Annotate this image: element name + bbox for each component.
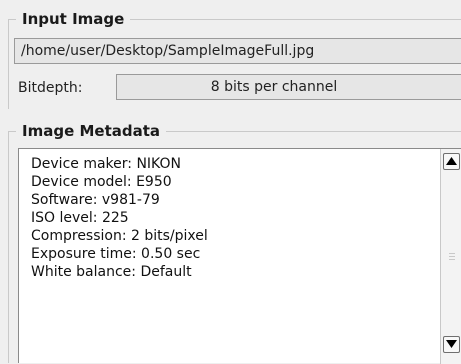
bitdepth-value: 8 bits per channel	[116, 74, 461, 100]
input-group-frame-left	[8, 19, 9, 109]
metadata-item: Software: v981-79	[31, 192, 160, 208]
metadata-item: Device model: E950	[31, 174, 172, 190]
scroll-down-button[interactable]	[443, 336, 460, 353]
input-group-title: Input Image	[16, 11, 131, 27]
metadata-text-area[interactable]: Device maker: NIKON Device model: E950 S…	[18, 148, 461, 364]
arrow-down-icon	[446, 340, 457, 348]
metadata-item: White balance: Default	[31, 264, 192, 280]
metadata-item: Exposure time: 0.50 sec	[31, 246, 201, 262]
metadata-group-title: Image Metadata	[16, 123, 167, 139]
metadata-item: ISO level: 225	[31, 210, 129, 226]
scroll-up-button[interactable]	[443, 153, 460, 170]
metadata-item: Device maker: NIKON	[31, 156, 181, 172]
scrollbar-grip[interactable]	[449, 253, 455, 262]
metadata-group-frame-left	[8, 131, 9, 363]
image-path-field[interactable]: /home/user/Desktop/SampleImageFull.jpg	[14, 38, 461, 64]
bitdepth-label: Bitdepth:	[18, 80, 83, 96]
metadata-scrollbar[interactable]	[440, 149, 461, 364]
metadata-list: Device maker: NIKON Device model: E950 S…	[31, 155, 208, 281]
metadata-item: Compression: 2 bits/pixel	[31, 228, 208, 244]
arrow-up-icon	[446, 157, 457, 165]
